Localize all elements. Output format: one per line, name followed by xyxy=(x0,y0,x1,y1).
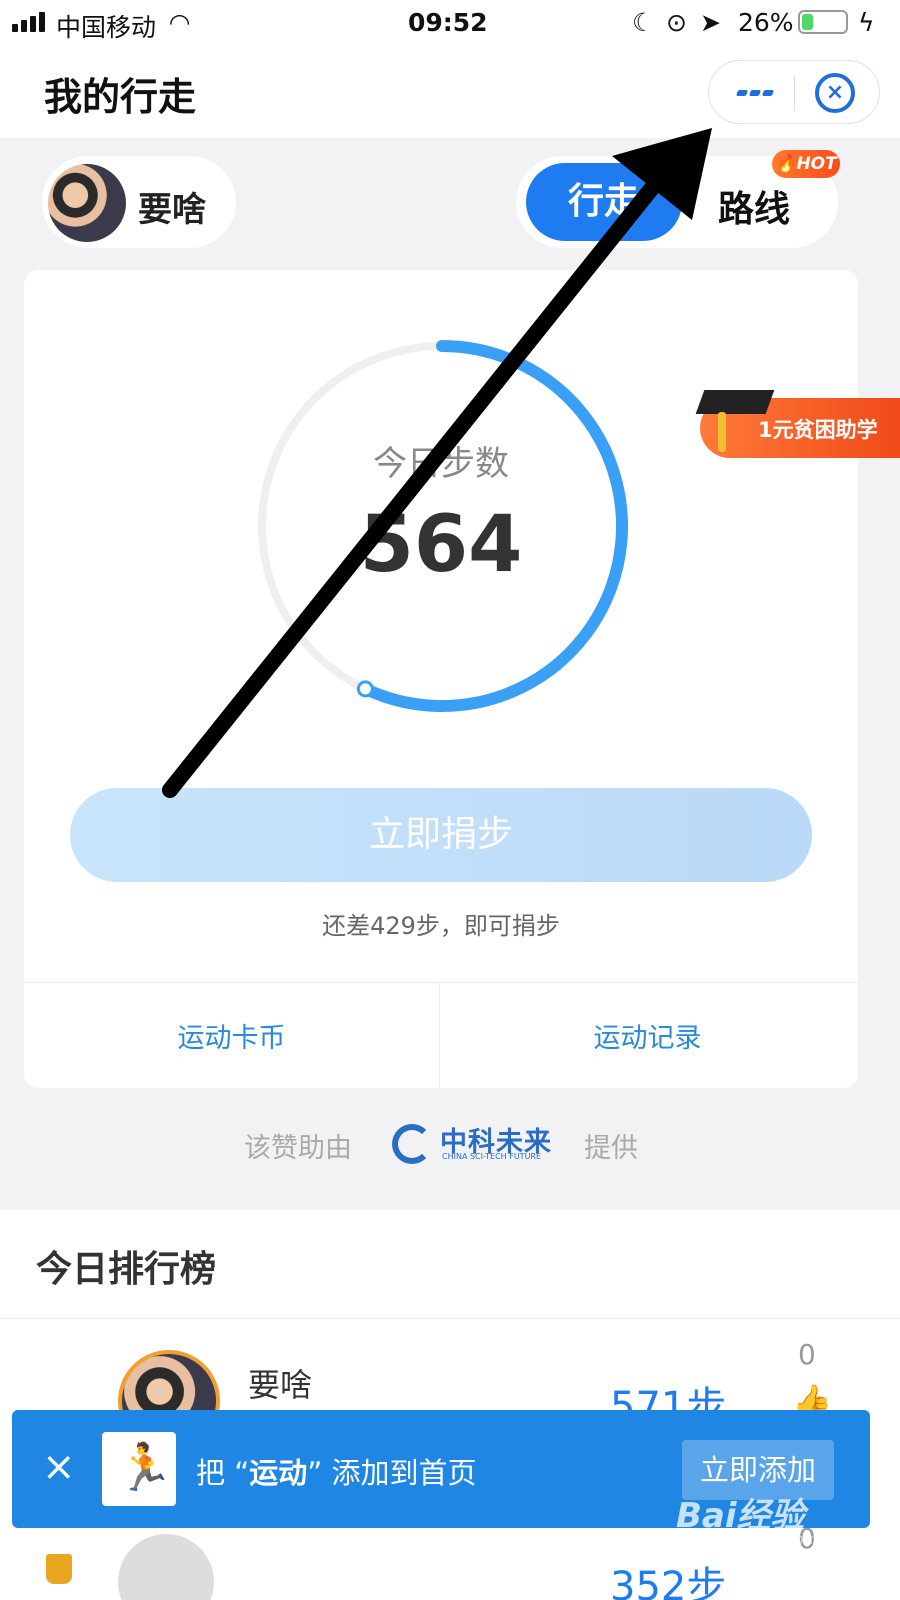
charging-icon: ϟ xyxy=(858,8,875,37)
status-time: 09:52 xyxy=(408,8,488,37)
rank-avatar xyxy=(118,1534,214,1600)
close-icon[interactable]: × xyxy=(42,1444,76,1490)
tab-route[interactable]: 路线 xyxy=(718,180,790,232)
hot-badge-label: HOT xyxy=(796,154,837,174)
user-pill[interactable]: 要啥 xyxy=(42,156,236,248)
capsule-divider xyxy=(794,75,795,111)
orientation-lock-icon: ⊙ xyxy=(666,8,687,37)
moon-icon: ☾ xyxy=(632,8,655,37)
tab-walk[interactable]: 行走 xyxy=(526,163,682,241)
donate-steps-button[interactable]: 立即捐步 xyxy=(70,788,812,882)
card-divider xyxy=(24,982,858,983)
rank-name: 要啥 xyxy=(248,1366,313,1404)
graduation-cap-icon xyxy=(695,390,775,414)
remaining-steps-hint: 还差429步，即可捐步 xyxy=(322,912,560,940)
scholarship-label: 1元贫困助学 xyxy=(758,418,878,442)
rank-steps: 352步 xyxy=(610,1564,727,1600)
status-bar: 中国移动 ◠ 09:52 ☾ ⊙ ➤ 26% ϟ xyxy=(0,0,900,46)
location-icon: ➤ xyxy=(700,8,721,37)
sport-coins-link[interactable]: 运动卡币 xyxy=(24,1016,439,1055)
sponsor-row: 该赞助由 中科未来 CHINA SCI-TECH FUTURE 提供 xyxy=(0,1120,900,1170)
flame-icon: 🔥 xyxy=(775,154,797,174)
page-title: 我的行走 xyxy=(44,75,197,119)
avatar xyxy=(48,164,126,242)
wifi-icon: ◠ xyxy=(170,8,190,37)
sponsor-logo-icon xyxy=(392,1124,432,1164)
sport-records-link[interactable]: 运动记录 xyxy=(440,1016,855,1055)
battery-percent: 26% xyxy=(738,8,794,37)
carrier-name: 中国移动 xyxy=(56,13,157,42)
ranking-divider xyxy=(0,1318,900,1319)
mini-program-capsule: × xyxy=(708,60,880,124)
hot-badge: 🔥HOT xyxy=(772,150,840,178)
sponsor-suffix: 提供 xyxy=(584,1133,638,1164)
mode-tabs: 行走 路线 🔥HOT xyxy=(516,150,840,248)
scholarship-promo-tab[interactable]: 1元贫困助学 xyxy=(695,390,900,458)
step-count-value: 564 xyxy=(359,500,523,590)
signal-icon xyxy=(12,0,52,46)
ring-progress-knob xyxy=(356,680,374,698)
more-dots-icon[interactable] xyxy=(723,61,789,123)
runner-icon: 🏃 xyxy=(116,1440,174,1494)
header: 我的行走 × xyxy=(0,46,900,138)
banner-text: 把 “运动” 添加到首页 xyxy=(196,1456,477,1490)
close-circle-icon[interactable]: × xyxy=(815,73,855,113)
graduation-cap-tassel xyxy=(718,412,726,452)
user-name: 要啥 xyxy=(138,190,206,230)
battery-icon xyxy=(798,10,848,34)
trophy-icon xyxy=(46,1554,72,1584)
sponsor-prefix: 该赞助由 xyxy=(244,1133,352,1164)
ranking-title: 今日排行榜 xyxy=(36,1249,217,1290)
sponsor-logo-subtitle: CHINA SCI-TECH FUTURE xyxy=(442,1152,542,1161)
watermark-url: jingyan.baidu.com xyxy=(680,1530,819,1548)
rank-likes-count: 0 xyxy=(798,1338,816,1371)
sport-app-icon: 🏃 xyxy=(102,1432,176,1506)
